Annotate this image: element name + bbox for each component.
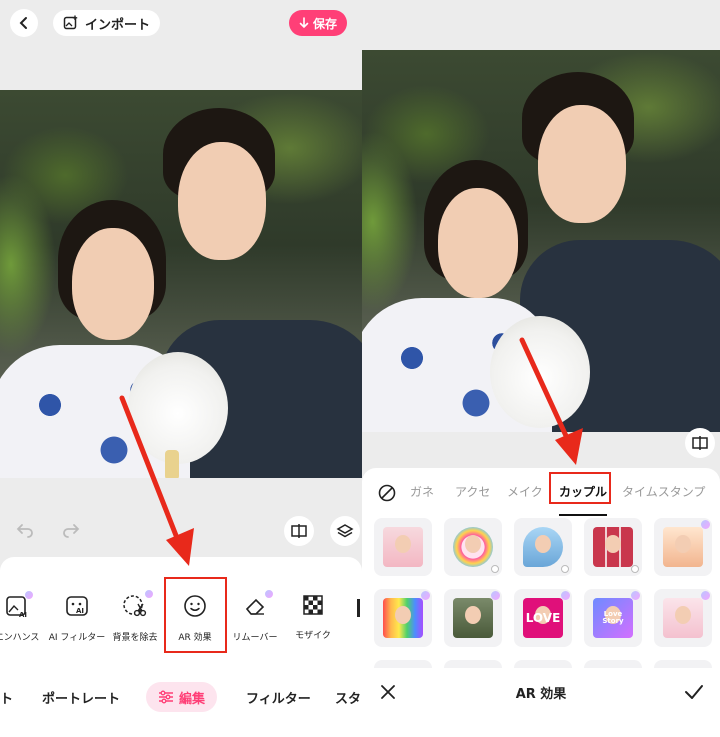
layers-icon <box>336 524 354 538</box>
nav-item-partial[interactable]: ト <box>0 688 13 707</box>
love-text: LOVE <box>525 611 561 625</box>
premium-badge-icon <box>701 591 710 600</box>
effect-item[interactable] <box>514 518 572 576</box>
premium-badge-icon <box>144 589 154 599</box>
effect-item[interactable] <box>374 589 432 647</box>
effect-item[interactable] <box>584 518 642 576</box>
premium-badge-icon <box>264 589 274 599</box>
tab-accessory[interactable]: アクセ <box>455 483 490 500</box>
nav-item-filter[interactable]: フィルター <box>246 688 311 707</box>
save-label: 保存 <box>313 16 338 31</box>
effect-thumbnail <box>663 598 703 638</box>
effect-item[interactable]: LOVE <box>514 589 572 647</box>
download-icon <box>491 565 499 573</box>
fan-image <box>128 352 228 464</box>
tool-enhance-label: エンハンス <box>0 633 40 643</box>
compare-button-right[interactable] <box>685 428 715 458</box>
couple-tab-highlight-box <box>549 472 611 504</box>
tab-glasses[interactable]: ガネ <box>410 483 434 500</box>
ar-effect-bottom-bar: AR 効果 <box>362 668 720 716</box>
download-arrow-icon <box>299 17 309 29</box>
next-tool-edge <box>357 599 360 617</box>
effect-item[interactable] <box>654 518 712 576</box>
left-editor-screen: インポート 保存 AI ンハンス AI AI フィルター 背景を除去 AR 効果… <box>0 0 362 737</box>
nav-item-edit-label: 編集 <box>179 691 206 707</box>
effect-thumbnail <box>383 598 423 638</box>
compare-icon <box>692 436 708 450</box>
sliders-icon <box>159 690 173 704</box>
premium-badge-icon <box>421 591 430 600</box>
effect-thumbnail <box>593 527 633 567</box>
man-face <box>538 105 626 223</box>
effect-item[interactable]: Love Story <box>584 589 642 647</box>
premium-badge-icon <box>24 590 34 600</box>
effect-thumbnail <box>523 527 563 567</box>
effect-thumbnail <box>453 527 493 567</box>
tab-makeup[interactable]: メイク <box>507 483 543 500</box>
tool-remove-background-label: 背景を除去 <box>112 633 158 643</box>
tool-remover-label: リムーバー <box>232 633 278 643</box>
category-tabs: ガネ アクセ メイク カップル タイムスタンプ <box>362 476 720 516</box>
right-ar-effect-screen: ガネ アクセ メイク カップル タイムスタンプ LOVE Love Story … <box>362 0 720 737</box>
effect-item[interactable] <box>444 518 502 576</box>
download-icon <box>631 565 639 573</box>
fan-handle <box>165 450 179 478</box>
tool-mosaic[interactable]: モザイク <box>278 593 348 641</box>
tab-active-underline <box>559 514 607 516</box>
import-button[interactable]: インポート <box>53 10 161 36</box>
premium-badge-icon <box>491 591 500 600</box>
back-button[interactable] <box>10 9 38 37</box>
nav-item-portrait[interactable]: ポートレート <box>42 688 120 707</box>
image-add-icon <box>63 15 78 30</box>
no-effect-icon[interactable] <box>378 484 396 502</box>
chevron-left-icon <box>19 17 27 29</box>
effect-thumbnail <box>453 598 493 638</box>
tab-timestamp[interactable]: タイムスタンプ <box>622 483 705 500</box>
tool-ai-filter-label: AI フィルター <box>48 633 106 643</box>
nav-item-partial-right[interactable]: スタ <box>335 688 361 707</box>
undo-icon <box>16 524 33 538</box>
confirm-check-icon[interactable] <box>684 683 704 701</box>
fan-image <box>490 316 590 428</box>
photo-canvas-preview[interactable] <box>362 50 720 432</box>
effect-item[interactable] <box>444 589 502 647</box>
woman-face <box>72 228 154 340</box>
compare-button[interactable] <box>284 516 314 546</box>
effect-item[interactable] <box>654 589 712 647</box>
tool-mosaic-label: モザイク <box>295 631 331 641</box>
bottom-nav: ト ポートレート 編集 フィルター スタ <box>0 682 362 712</box>
effect-thumbnail: LOVE <box>523 598 563 638</box>
svg-text:AI: AI <box>19 611 27 619</box>
download-icon <box>561 565 569 573</box>
man-face <box>178 142 266 260</box>
effect-thumbnail <box>383 527 423 567</box>
save-button[interactable]: 保存 <box>289 10 348 36</box>
redo-button[interactable] <box>58 517 84 543</box>
import-label: インポート <box>85 17 151 33</box>
effect-item[interactable] <box>374 518 432 576</box>
redo-icon <box>63 524 80 538</box>
love-story-text: Love Story <box>602 610 624 625</box>
ar-effect-highlight-box <box>164 577 227 653</box>
ai-filter-icon: AI <box>66 596 88 616</box>
svg-text:AI: AI <box>76 607 84 615</box>
photo-canvas[interactable] <box>0 90 362 478</box>
layers-button[interactable] <box>330 516 360 546</box>
premium-badge-icon <box>701 520 710 529</box>
compare-icon <box>291 524 307 538</box>
ar-effect-title: AR 効果 <box>515 687 567 702</box>
effect-thumbnail: Love Story <box>593 598 633 638</box>
undo-button[interactable] <box>12 517 38 543</box>
nav-item-edit[interactable]: 編集 <box>146 682 218 712</box>
mosaic-grid-icon <box>303 595 323 615</box>
effect-thumbnail <box>663 527 703 567</box>
woman-face <box>438 188 518 298</box>
